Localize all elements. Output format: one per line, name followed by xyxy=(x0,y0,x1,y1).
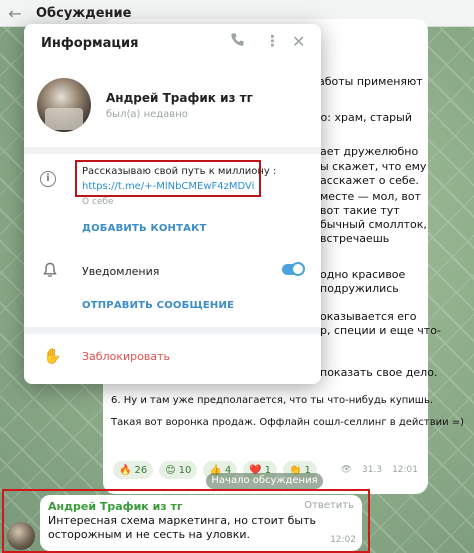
post-line: р, специи и еще что- xyxy=(320,324,441,337)
back-arrow-icon[interactable]: ← xyxy=(0,4,30,23)
section-divider xyxy=(24,147,321,154)
reaction-count: 26 xyxy=(134,464,148,476)
post-line: Такая вот воронка продаж. Оффлайн сошл-с… xyxy=(111,417,465,428)
bell-icon xyxy=(43,262,57,278)
info-icon: i xyxy=(40,171,56,187)
bio-label: О себе xyxy=(82,197,114,207)
block-button[interactable]: Заблокировать xyxy=(82,350,170,363)
section-divider xyxy=(24,327,321,334)
reaction-emoji: 🔥 xyxy=(119,464,132,476)
profile-avatar[interactable] xyxy=(37,78,91,132)
post-line: аботы применяют xyxy=(318,75,423,88)
modal-title: Информация xyxy=(41,36,139,51)
post-line: 6. Ну и там уже предполагается, что ты ч… xyxy=(111,395,434,406)
post-line: оказывается его xyxy=(320,310,417,323)
post-line: одно красивое xyxy=(320,268,406,281)
profile-status: был(а) недавно xyxy=(106,109,188,120)
post-time: 12:01 xyxy=(392,465,418,475)
notifications-label: Уведомления xyxy=(82,265,160,278)
post-line: встречаешь xyxy=(320,232,390,245)
reaction-count: 10 xyxy=(178,464,192,476)
post-line: месте — мол, вот xyxy=(320,190,421,203)
notifications-toggle[interactable] xyxy=(282,262,305,276)
info-modal: Информация ⋮ ✕ Андрей Трафик из тг был(а… xyxy=(24,24,321,384)
toggle-knob xyxy=(291,262,305,276)
reaction-smile[interactable]: 😊 10 xyxy=(159,461,198,479)
post-line: вот такие тут xyxy=(320,204,400,217)
bio-link[interactable]: https://t.me/+-MlNbCMEwF4zMDVi xyxy=(82,181,254,192)
comment-highlight-frame xyxy=(2,489,370,553)
block-hand-icon: ✋ xyxy=(43,347,62,365)
reaction-emoji: 😊 xyxy=(165,464,176,476)
post-line: показать свое дело. xyxy=(320,366,438,379)
post-line: асскажет о себе. xyxy=(320,174,419,187)
post-line: бычный смоллток, xyxy=(320,218,427,231)
more-icon[interactable]: ⋮ xyxy=(265,32,280,50)
post-line: подружились xyxy=(320,282,399,295)
post-line: ю: храм, старый xyxy=(318,111,412,124)
discussion-start-divider: Начало обсуждения xyxy=(206,473,323,489)
post-line: ает дружелюбно xyxy=(320,145,419,158)
send-message-button[interactable]: ОТПРАВИТЬ СООБЩЕНИЕ xyxy=(82,300,234,311)
post-views: 31.3 xyxy=(362,465,383,475)
close-icon[interactable]: ✕ xyxy=(292,32,305,51)
bio-text: Рассказываю свой путь к миллиону : xyxy=(82,166,277,177)
reaction-fire[interactable]: 🔥 26 xyxy=(113,461,154,479)
phone-icon[interactable] xyxy=(230,32,245,51)
eye-icon: 👁 xyxy=(340,465,353,475)
post-meta: 👁 31.3 12:01 xyxy=(341,465,418,475)
add-contact-button[interactable]: ДОБАВИТЬ КОНТАКТ xyxy=(82,223,206,234)
profile-name: Андрей Трафик из тг xyxy=(106,91,253,105)
post-line: ы скажет, что ему xyxy=(320,160,427,173)
